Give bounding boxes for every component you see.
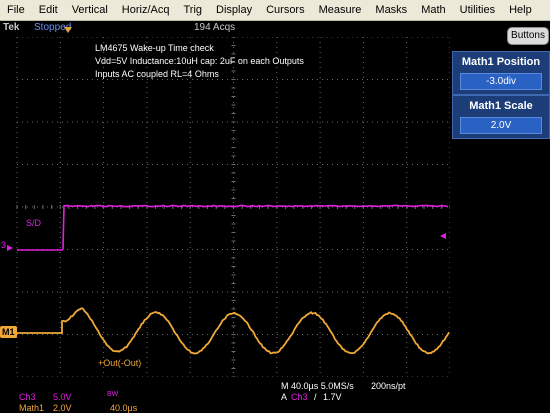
tek-logo: Tek: [3, 22, 20, 33]
ch3-readout-name[interactable]: Ch3: [19, 392, 36, 402]
menu-measure[interactable]: Measure: [312, 0, 369, 20]
menu-file[interactable]: File: [0, 0, 32, 20]
ch3-offscreen-arrow-icon: [440, 233, 446, 239]
status-bar: Tek Stopped 194 Acqs: [0, 21, 450, 36]
ch3-marker-label: 3: [1, 240, 6, 250]
menu-trig[interactable]: Trig: [176, 0, 209, 20]
math1-position-title: Math1 Position: [453, 56, 549, 68]
menu-display[interactable]: Display: [209, 0, 259, 20]
horizontal-readout[interactable]: M 40.0µs 5.0MS/s: [281, 381, 354, 391]
menu-cursors[interactable]: Cursors: [259, 0, 312, 20]
trigger-slope-icon: /: [314, 392, 317, 402]
buttons-button[interactable]: Buttons: [507, 27, 549, 45]
annotation-text: LM4675 Wake-up Time check Vdd=5V Inducta…: [95, 42, 304, 81]
annotation-line-2: Vdd=5V Inductance:10uH cap: 2uF on each …: [95, 55, 304, 68]
menu-help[interactable]: Help: [502, 0, 539, 20]
readout-bar: Ch3 5.0V Math1 2.0V BW 40.0µs M 40.0µs 5…: [0, 377, 450, 412]
menu-bar: File Edit Vertical Horiz/Acq Trig Displa…: [0, 0, 550, 21]
math1-scale-title: Math1 Scale: [453, 100, 549, 112]
trigger-level-readout[interactable]: 1.7V: [323, 392, 342, 402]
bandwidth-limit-badge: BW: [107, 391, 118, 398]
annotation-line-3: Inputs AC coupled RL=4 Ohms: [95, 68, 304, 81]
menu-edit[interactable]: Edit: [32, 0, 65, 20]
trigger-mode-readout[interactable]: A: [281, 392, 287, 402]
menu-utilities[interactable]: Utilities: [453, 0, 502, 20]
menu-math[interactable]: Math: [414, 0, 452, 20]
sd-label: S/D: [26, 218, 41, 228]
menu-horiz-acq[interactable]: Horiz/Acq: [115, 0, 177, 20]
record-length-readout[interactable]: 200ns/pt: [371, 381, 406, 391]
trigger-position-icon: [64, 27, 72, 33]
acquisition-count: 194 Acqs: [194, 22, 235, 33]
ch3-trace: [17, 205, 448, 250]
math1-marker-label: M1: [2, 327, 15, 337]
waveform-display[interactable]: [0, 37, 450, 377]
trigger-source-readout[interactable]: Ch3: [291, 392, 308, 402]
math1-scale-control[interactable]: Math1 Scale 2.0V: [452, 95, 550, 139]
math1-trace: [17, 308, 449, 353]
menu-vertical[interactable]: Vertical: [65, 0, 115, 20]
annotation-line-1: LM4675 Wake-up Time check: [95, 42, 304, 55]
math1-position-control[interactable]: Math1 Position -3.0div: [452, 51, 550, 95]
menu-masks[interactable]: Masks: [368, 0, 414, 20]
math1-position-value[interactable]: -3.0div: [460, 73, 542, 90]
ch3-reference-marker[interactable]: [7, 245, 13, 251]
math1-scale-value[interactable]: 2.0V: [460, 117, 542, 134]
ch3-readout-scale[interactable]: 5.0V: [53, 392, 72, 402]
output-label: +Out(-Out): [98, 358, 141, 368]
